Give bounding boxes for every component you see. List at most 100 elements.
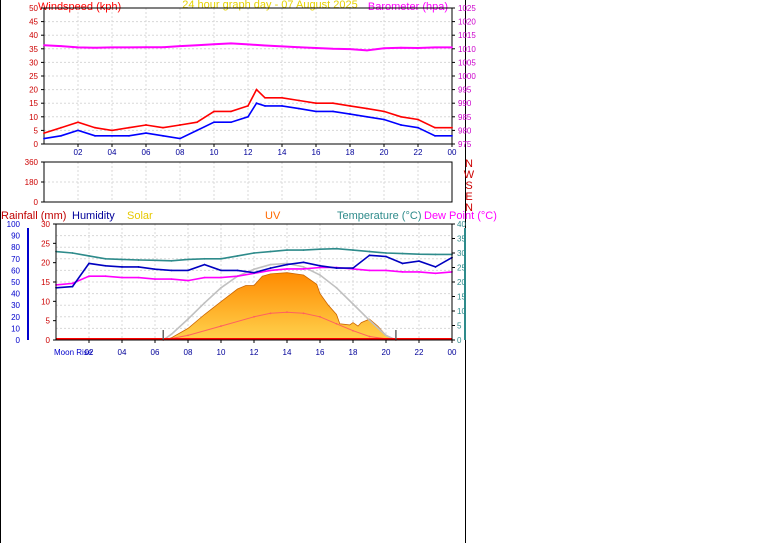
wind-x-tick-label: 18 bbox=[346, 148, 355, 157]
solar_max-point bbox=[368, 319, 371, 322]
barometer-point bbox=[366, 49, 368, 52]
barometer-point bbox=[179, 45, 181, 47]
temperature-point bbox=[170, 259, 173, 262]
windspeed-tick-label: 10 bbox=[29, 113, 38, 122]
climate-x-tick-label: 04 bbox=[118, 348, 127, 357]
humidity-point bbox=[401, 262, 404, 265]
temperature-point bbox=[319, 248, 321, 251]
barometer-point bbox=[213, 43, 215, 46]
wind_avg-point bbox=[179, 137, 181, 140]
barometer-tick-label: 990 bbox=[458, 99, 472, 108]
solar_max-point bbox=[335, 286, 338, 289]
temperature-point bbox=[368, 250, 371, 253]
barometer-point bbox=[94, 46, 96, 49]
humidity-point bbox=[71, 285, 74, 288]
climate-x-tick-label: 12 bbox=[250, 348, 259, 357]
wind_speed-point bbox=[230, 110, 232, 113]
direction-axis: 0 180 360 bbox=[25, 158, 44, 207]
wind-x-tick-label: 02 bbox=[74, 148, 83, 157]
rainfall-tick-label: 10 bbox=[41, 297, 50, 306]
dewpoint-point bbox=[71, 282, 74, 285]
temperature-point bbox=[286, 249, 288, 252]
temperature-point bbox=[187, 258, 189, 261]
humidity-tick-label: 20 bbox=[11, 313, 20, 322]
wind_speed-point bbox=[128, 126, 130, 129]
humidity-tick-label: 60 bbox=[11, 266, 20, 275]
temperature-point bbox=[253, 252, 255, 254]
windspeed-tick-label: 50 bbox=[29, 4, 38, 13]
barometer-point bbox=[230, 42, 232, 45]
wind_speed-point bbox=[77, 121, 79, 124]
humidity-point bbox=[385, 255, 387, 258]
barometer-tick-label: 1025 bbox=[458, 4, 476, 13]
wind_avg-point bbox=[128, 134, 130, 137]
humidity-tick-label: 70 bbox=[11, 255, 20, 264]
temperature-tick-label: 5 bbox=[457, 322, 462, 331]
wind_speed-point bbox=[315, 102, 317, 105]
solar_max-point bbox=[220, 286, 222, 289]
humidity-tick-label: 10 bbox=[11, 324, 20, 333]
wind_speed-point bbox=[43, 132, 45, 135]
humidity-point bbox=[236, 269, 239, 272]
barometer-tick-label: 980 bbox=[458, 126, 472, 135]
humidity-point bbox=[368, 254, 371, 257]
barometer-tick-label: 1000 bbox=[458, 72, 476, 81]
wind_speed-point bbox=[145, 124, 147, 126]
wind_speed-point bbox=[298, 99, 300, 102]
barometer-point bbox=[264, 44, 266, 47]
wind-x-tick-label: 20 bbox=[380, 148, 389, 157]
barometer-tick-label: 1020 bbox=[458, 18, 476, 27]
temperature-point bbox=[434, 253, 437, 256]
barometer-point bbox=[417, 47, 419, 49]
dewpoint-point bbox=[154, 278, 156, 280]
humidity-point bbox=[319, 264, 321, 267]
humidity-point bbox=[187, 269, 189, 272]
climate-x-tick-label: 08 bbox=[184, 348, 193, 357]
windspeed-tick-label: 30 bbox=[29, 58, 38, 67]
barometer-point bbox=[111, 46, 113, 49]
dewpoint-point bbox=[401, 270, 404, 273]
dewpoint-point bbox=[203, 276, 206, 279]
wind_avg-point bbox=[255, 102, 258, 105]
rainfall-tick-label: 5 bbox=[46, 317, 51, 326]
wind_avg-point bbox=[332, 110, 334, 113]
wind_speed-point bbox=[247, 105, 249, 107]
climate-panel-x-axis: 02 04 06 08 10 12 14 16 18 20 22 00 bbox=[85, 340, 457, 357]
direction-tick-label: 360 bbox=[25, 158, 39, 167]
barometer-point bbox=[298, 46, 300, 49]
temperature-tick-label: 0 bbox=[457, 336, 462, 345]
temperature-tick-label: 40 bbox=[457, 220, 466, 229]
wind_speed-point bbox=[179, 124, 181, 126]
dewpoint-point bbox=[286, 268, 288, 270]
wind_avg-point bbox=[162, 134, 164, 137]
barometer-tick-label: 1010 bbox=[458, 45, 476, 54]
wind_avg-point bbox=[60, 134, 62, 137]
wind_avg-point bbox=[247, 115, 249, 118]
uv-point bbox=[352, 329, 354, 332]
humidity-point bbox=[203, 263, 206, 266]
wind_speed-point bbox=[94, 126, 96, 129]
barometer-point bbox=[383, 47, 385, 50]
wind_avg-point bbox=[417, 126, 419, 129]
solar_max-point bbox=[302, 266, 305, 268]
wind_avg-point bbox=[366, 115, 368, 118]
barometer-point bbox=[451, 46, 453, 49]
humidity-axis-bar bbox=[27, 228, 29, 340]
barometer-point bbox=[434, 46, 436, 49]
barometer-point bbox=[196, 44, 198, 47]
dewpoint-point bbox=[104, 275, 107, 278]
humidity-point bbox=[418, 260, 420, 263]
legend-solar: Solar bbox=[127, 210, 153, 222]
windspeed-tick-label: 45 bbox=[29, 18, 38, 27]
windspeed-axis: 0 5 10 15 20 25 30 35 40 45 50 bbox=[29, 4, 44, 149]
wind-x-tick-label: 12 bbox=[244, 148, 253, 157]
humidity-point bbox=[253, 271, 255, 274]
uv-point bbox=[302, 312, 305, 315]
uv-point bbox=[319, 315, 321, 318]
humidity-point bbox=[335, 267, 338, 269]
barometer-point bbox=[77, 46, 79, 49]
windspeed-tick-label: 25 bbox=[29, 72, 38, 81]
windspeed-tick-label: 5 bbox=[34, 126, 39, 135]
wind_avg-point bbox=[434, 134, 436, 137]
dewpoint-point bbox=[236, 275, 239, 278]
